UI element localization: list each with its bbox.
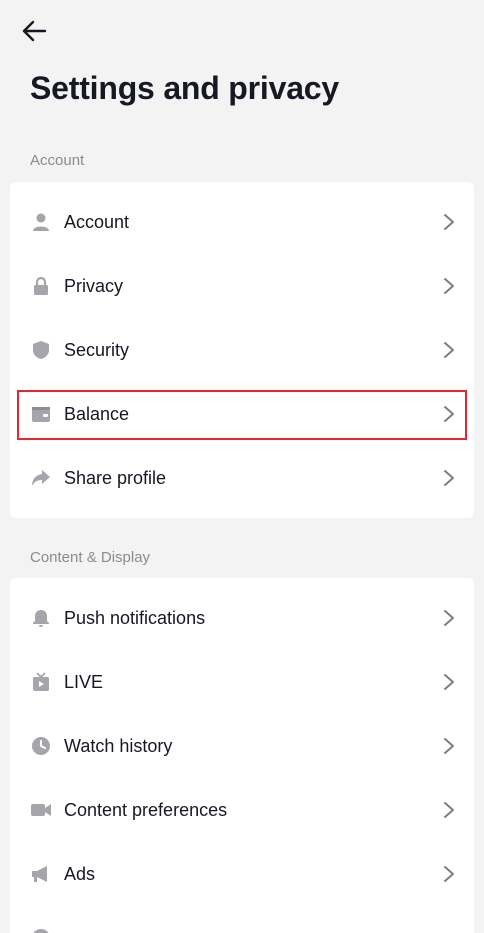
settings-screen: Settings and privacy Account Account Pri…: [0, 0, 484, 933]
row-label: Content preferences: [64, 799, 228, 820]
account-card: Account Privacy Security Balance Share p…: [10, 182, 474, 518]
wallet-icon: [30, 403, 52, 425]
row-watch-history[interactable]: Watch history: [10, 714, 474, 778]
row-label: LIVE: [64, 671, 104, 692]
chevron-right-icon: [442, 468, 456, 488]
shield-icon: [30, 339, 52, 361]
tv-icon: [30, 671, 52, 693]
chevron-right-icon: [442, 672, 456, 692]
row-privacy[interactable]: Privacy: [10, 254, 474, 318]
row-label: Privacy: [64, 275, 124, 296]
row-label: Account: [64, 211, 130, 232]
row-balance[interactable]: Balance: [10, 382, 474, 446]
clock-icon: [30, 735, 52, 757]
row-label: Ads: [64, 863, 96, 884]
arrow-left-icon: [22, 20, 47, 42]
row-security[interactable]: Security: [10, 318, 474, 382]
share-icon: [30, 467, 52, 489]
row-label: Share profile: [64, 467, 167, 488]
row-account[interactable]: Account: [10, 190, 474, 254]
row-share-profile[interactable]: Share profile: [10, 446, 474, 510]
content-display-card: Push notifications LIVE Watch history Co…: [10, 578, 474, 933]
row-push-notifications[interactable]: Push notifications: [10, 586, 474, 650]
chevron-right-icon: [442, 800, 456, 820]
row-label: Push notifications: [64, 607, 206, 628]
chevron-right-icon: [442, 608, 456, 628]
chevron-right-icon: [442, 864, 456, 884]
row-ads[interactable]: Ads: [10, 842, 474, 906]
lock-icon: [30, 275, 52, 297]
page-title: Settings and privacy: [30, 70, 339, 106]
megaphone-icon: [30, 863, 52, 885]
row-content-preferences[interactable]: Content preferences: [10, 778, 474, 842]
row-partial[interactable]: [10, 906, 474, 933]
row-label: Watch history: [64, 735, 173, 756]
row-label: Balance: [64, 403, 130, 424]
section-label-account: Account: [30, 152, 85, 169]
section-label-content-display: Content & Display: [30, 549, 151, 566]
video-camera-icon: [30, 799, 52, 821]
chevron-right-icon: [442, 404, 456, 424]
chevron-right-icon: [442, 212, 456, 232]
globe-icon: [30, 927, 52, 933]
person-icon: [30, 211, 52, 233]
back-button[interactable]: [16, 14, 52, 48]
chevron-right-icon: [442, 276, 456, 296]
bell-icon: [30, 607, 52, 629]
chevron-right-icon: [442, 736, 456, 756]
row-live[interactable]: LIVE: [10, 650, 474, 714]
chevron-right-icon: [442, 340, 456, 360]
top-bar: [0, 0, 484, 60]
row-label: Security: [64, 339, 130, 360]
